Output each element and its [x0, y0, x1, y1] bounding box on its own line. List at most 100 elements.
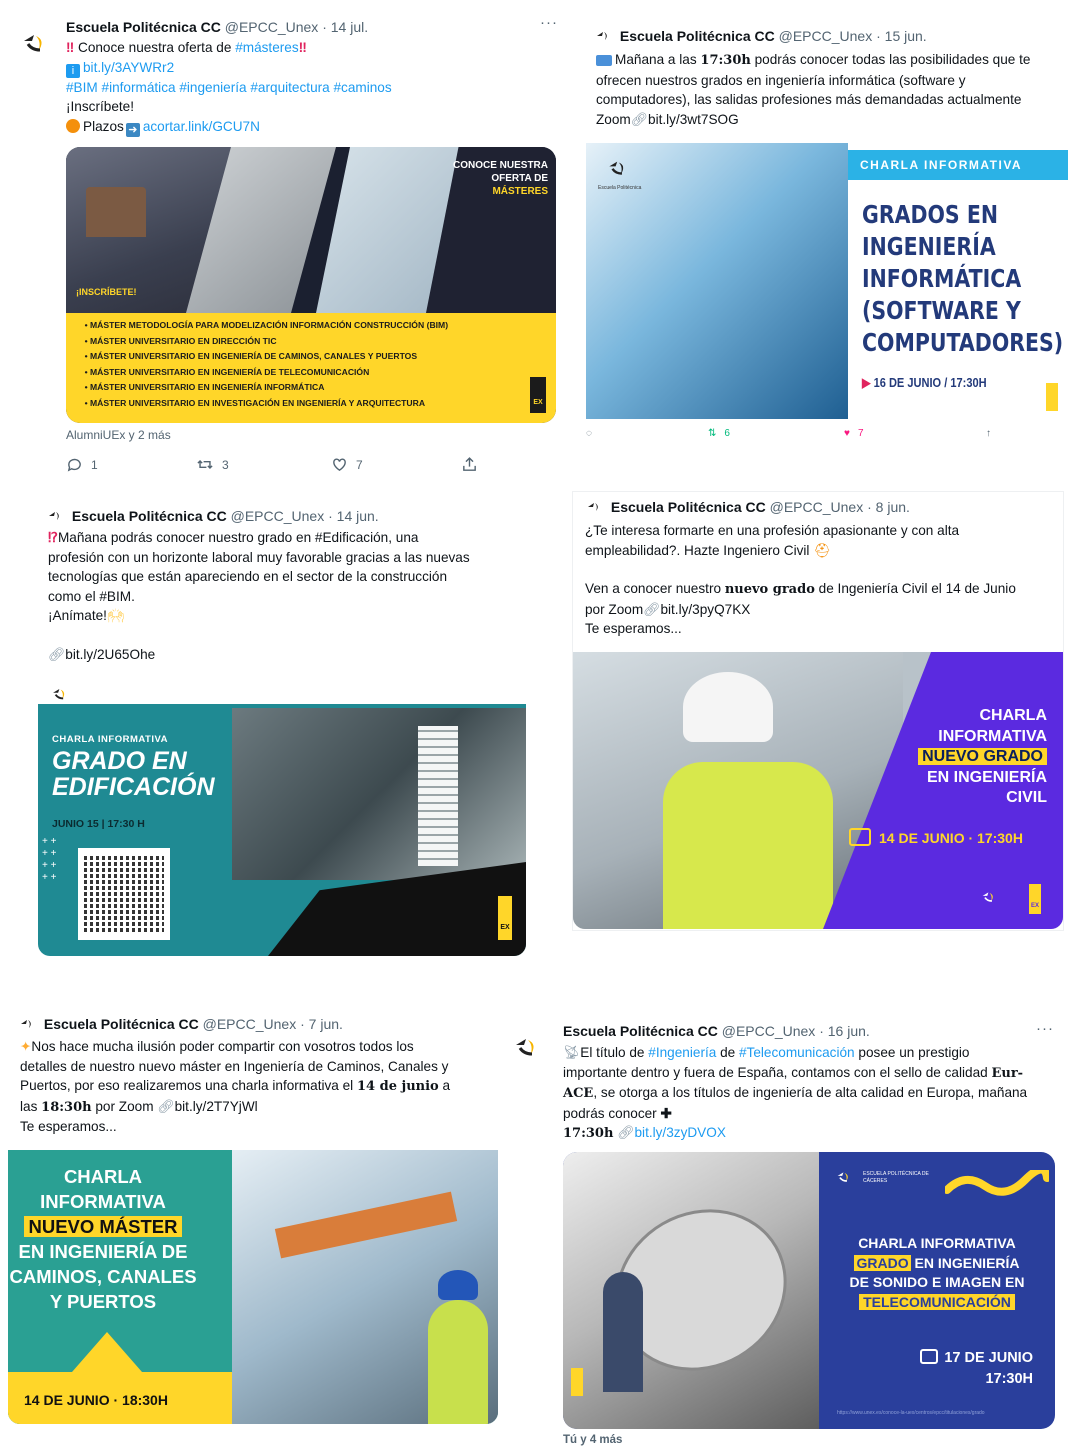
short-link[interactable]: bit.ly/3zyDVOX	[634, 1125, 725, 1140]
play-icon: ▶	[862, 375, 871, 390]
author-handle[interactable]: @EPCC_Unex	[225, 19, 319, 35]
school-logo-icon	[21, 1020, 31, 1028]
edificacion-promo-image[interactable]: CHARLA INFORMATIVA GRADO EN EDIFICACIÓN …	[38, 676, 526, 956]
school-logo-avatar[interactable]	[16, 24, 54, 62]
heart-icon	[333, 458, 346, 472]
retweet-button[interactable]: 3	[196, 456, 331, 473]
school-logo-icon	[597, 32, 607, 40]
tweet-card[interactable]: Escuela Politécnica CC @EPCC_Unex · 14 j…	[8, 6, 576, 484]
tweet-card[interactable]: Escuela Politécnica CC @EPCC_Unex · 14 j…	[38, 498, 526, 976]
share-button[interactable]	[461, 456, 478, 473]
hashtag-link[interactable]: #Telecomunicación	[739, 1045, 855, 1060]
uex-logo	[571, 1368, 583, 1396]
author-name[interactable]: Escuela Politécnica CC	[611, 499, 766, 515]
tweet-text: ✦Nos hace mucha ilusión poder compartir …	[20, 1039, 451, 1134]
construction-worker-icon: ⛑︎	[813, 542, 831, 558]
author-handle[interactable]: @EPCC_Unex	[231, 508, 325, 524]
author-handle[interactable]: @EPCC_Unex	[203, 1016, 297, 1032]
retweet-button[interactable]: ⇅ 6	[708, 428, 844, 439]
reply-button[interactable]: 1	[66, 456, 196, 473]
teleco-promo-image[interactable]: ESCUELA POLITÉCNICA DE CÁCERES CHARLA IN…	[563, 1152, 1055, 1429]
info-icon: i	[66, 63, 80, 78]
hashtags[interactable]: #BIM #informática #ingeniería #arquitect…	[66, 78, 546, 98]
laptop-icon	[596, 55, 612, 66]
share-button[interactable]: ↑	[986, 428, 991, 439]
tweet-date[interactable]: 14 jun.	[337, 508, 379, 524]
tweet-card[interactable]: Escuela Politécnica CC @EPCC_Unex · 16 j…	[506, 1014, 1068, 1447]
hashtag-link[interactable]: #másteres	[235, 40, 298, 55]
reply-button[interactable]: ◌	[586, 428, 708, 439]
school-logo-icon	[837, 1172, 848, 1183]
tweet-text: ¿Te interesa formarte en una profesión a…	[585, 523, 1016, 636]
tweet-text: 📡︎El título de #Ingeniería de #Telecomun…	[563, 1045, 1028, 1141]
more-options-icon[interactable]: ···	[1036, 1020, 1054, 1037]
tweet-date[interactable]: 15 jun.	[885, 28, 927, 44]
short-link[interactable]: bit.ly/3pyQ7KX	[660, 602, 750, 617]
social-context[interactable]: Tú y 4 más	[563, 1434, 622, 1446]
double-exclamation-icon: ‼	[66, 40, 75, 55]
author-name[interactable]: Escuela Politécnica CC	[44, 1016, 199, 1032]
masters-list: MÁSTER METODOLOGÍA PARA MODELIZACIÓN INF…	[76, 318, 448, 412]
school-logo-icon	[982, 892, 993, 903]
plus-icon: ✚	[660, 1105, 672, 1121]
civil-promo-image[interactable]: CHARLA INFORMATIVA NUEVO GRADO EN INGENI…	[573, 652, 1063, 929]
link-icon: 🔗︎	[643, 601, 661, 617]
like-button[interactable]: ♥ 7	[844, 428, 986, 439]
masters-promo-image[interactable]: CONOCE NUESTRA OFERTA DE MÁSTERES ¡INSCR…	[66, 147, 556, 423]
short-link[interactable]: bit.ly/3AYWRr2	[83, 60, 174, 75]
more-options-icon[interactable]: ···	[540, 14, 558, 31]
inscribete-label: ¡INSCRÍBETE!	[76, 287, 137, 297]
school-logo-icon	[588, 503, 598, 511]
tweet-date[interactable]: 14 jul.	[331, 19, 368, 35]
tweet-actions: 1 3 7	[66, 456, 486, 473]
share-icon	[463, 457, 476, 471]
retweet-icon	[197, 459, 213, 470]
tweet-card[interactable]: Escuela Politécnica CC @EPCC_Unex · 15 j…	[586, 22, 1068, 446]
video-call-icon	[920, 1349, 939, 1364]
school-logo-avatar[interactable]	[508, 1028, 546, 1066]
qr-code[interactable]	[78, 848, 170, 940]
social-context[interactable]: AlumniUEx y 2 más	[66, 428, 171, 442]
author-name[interactable]: Escuela Politécnica CC	[66, 19, 221, 35]
sparkles-icon: ✦	[20, 1039, 32, 1054]
author-handle[interactable]: @EPCC_Unex	[779, 28, 873, 44]
share-icon: ↑	[986, 428, 991, 439]
tweet-card[interactable]: Escuela Politécnica CC @EPCC_Unex · 8 ju…	[573, 492, 1063, 930]
uex-logo: EX	[1029, 884, 1041, 914]
tweet-card[interactable]: Escuela Politécnica CC @EPCC_Unex · 7 ju…	[8, 1008, 498, 1424]
school-logo-icon	[609, 161, 624, 176]
caminos-promo-image[interactable]: CHARLA INFORMATIVA NUEVO MÁSTER EN INGEN…	[8, 1150, 498, 1424]
author-name[interactable]: Escuela Politécnica CC	[620, 28, 775, 44]
hashtag-link[interactable]: #Ingeniería	[648, 1045, 716, 1060]
author-name[interactable]: Escuela Politécnica CC	[563, 1023, 718, 1039]
author-handle[interactable]: @EPCC_Unex	[722, 1023, 816, 1039]
charla-banner: CHARLA INFORMATIVA	[848, 150, 1068, 180]
short-link[interactable]: acortar.link/GCU7N	[143, 119, 260, 134]
tweet-text: ‼ Conoce nuestra oferta de #másteres‼ ib…	[66, 38, 546, 137]
school-logo-icon	[53, 688, 65, 700]
video-call-icon	[849, 828, 871, 846]
short-link[interactable]: bit.ly/2T7YjWl	[175, 1099, 258, 1114]
right-arrow-icon: ➜	[125, 122, 140, 137]
satellite-icon: 📡︎	[563, 1045, 581, 1060]
yellow-wave	[945, 1170, 1049, 1196]
short-link[interactable]: bit.ly/2U65Ohe	[65, 647, 155, 662]
retweet-icon: ⇅	[708, 428, 717, 439]
raised-hands-icon: 🙌︎	[106, 608, 125, 623]
orange-circle-icon	[66, 118, 80, 133]
reply-icon	[67, 458, 81, 472]
tweet-date[interactable]: 7 jun.	[309, 1016, 343, 1032]
tweet-date[interactable]: 16 jun.	[828, 1023, 870, 1039]
author-handle[interactable]: @EPCC_Unex	[770, 499, 864, 515]
tweet-date[interactable]: 8 jun.	[876, 499, 910, 515]
informatica-promo-image[interactable]: Escuela Politécnica CHARLA INFORMATIVA G…	[586, 143, 1068, 419]
uex-logo: EX	[498, 896, 512, 940]
link-icon: 🔗︎	[617, 1125, 635, 1140]
tweet-text: Mañana a las 17:30h podrás conocer todas…	[596, 52, 1031, 127]
uex-logo	[1046, 383, 1058, 411]
author-name[interactable]: Escuela Politécnica CC	[72, 508, 227, 524]
reply-icon: ◌	[586, 428, 592, 439]
link-icon: 🔗︎	[48, 646, 66, 662]
like-button[interactable]: 7	[331, 456, 461, 473]
short-link[interactable]: bit.ly/3wt7SOG	[648, 112, 739, 127]
